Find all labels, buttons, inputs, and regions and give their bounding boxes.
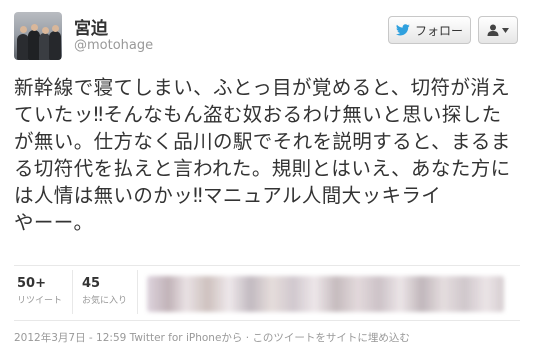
favorites-count: 45 (82, 276, 101, 291)
favorites-label: お気に入り (82, 296, 128, 306)
via-client[interactable]: Twitter for iPhoneから (130, 332, 243, 344)
retweets-count: 50+ (17, 276, 46, 291)
twitter-bird-icon (395, 24, 410, 36)
chevron-down-icon (502, 27, 509, 33)
avatar[interactable] (14, 12, 62, 60)
favorites-stat[interactable]: 45 お気に入り (82, 276, 127, 306)
tweet-line: は人情は無いのかッ‼マニュアル人間大ッキライ (14, 184, 442, 207)
stat-separator (137, 270, 138, 314)
follow-button[interactable]: フォロー (388, 16, 471, 44)
divider (14, 265, 520, 266)
user-dropdown-button[interactable] (478, 16, 518, 44)
user-icon (487, 24, 499, 36)
retweets-stat[interactable]: 50+ リツイート (17, 276, 62, 306)
tweet-card: 宮迫 @motohage フォロー 新幹線で寝てしまい、ふとっ目が覚めると、切符… (0, 0, 534, 350)
meta-separator: · (245, 332, 250, 344)
tweet-line: が無い。仕方なく品川の駅でそれを説明すると、まるま (14, 130, 511, 153)
favoriter-avatars[interactable] (147, 276, 504, 312)
tweet-line: 新幹線で寝てしまい、ふとっ目が覚めると、切符が消え (14, 76, 511, 99)
follow-button-label: フォロー (414, 23, 463, 38)
tweet-line: る切符代を払えと言われた。規則とはいえ、あなた方に (14, 157, 511, 180)
tweet-line: ていたッ‼そんなもん盗む奴おるわけ無いと思い探した (14, 103, 502, 126)
stat-separator (72, 270, 73, 314)
timestamp-link[interactable]: 2012年3月7日 - 12:59 (14, 332, 126, 344)
user-handle[interactable]: @motohage (74, 38, 153, 53)
divider (14, 320, 520, 321)
tweet-line: やーー。 (14, 211, 94, 234)
display-name[interactable]: 宮迫 (74, 14, 108, 39)
retweets-label: リツイート (17, 296, 63, 306)
tweet-text: 新幹線で寝てしまい、ふとっ目が覚めると、切符が消え ていたッ‼そんなもん盗む奴お… (14, 74, 522, 236)
tweet-meta: 2012年3月7日 - 12:59 Twitter for iPhoneから ·… (14, 330, 410, 345)
embed-link[interactable]: このツイートをサイトに埋め込む (252, 332, 410, 344)
